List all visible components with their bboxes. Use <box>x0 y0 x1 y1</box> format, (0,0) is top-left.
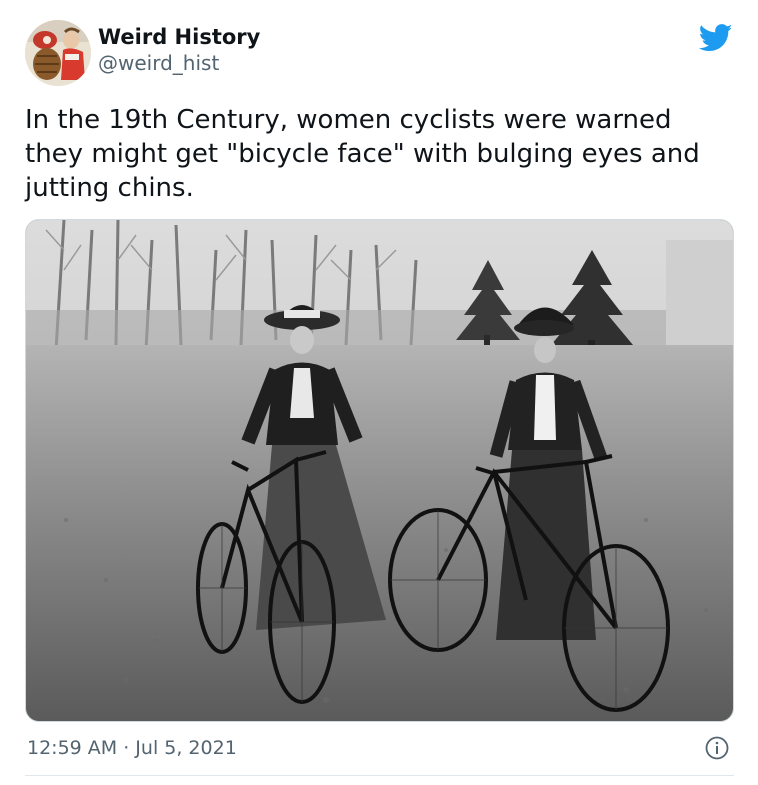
tweet-timestamp[interactable]: 12:59 AM · Jul 5, 2021 <box>27 735 237 761</box>
tweet-text: In the 19th Century, women cyclists were… <box>25 105 700 203</box>
tweet-header: Weird History @weird_hist <box>25 20 260 86</box>
user-info: Weird History @weird_hist <box>98 24 260 76</box>
tweet-photo[interactable] <box>25 219 734 722</box>
twitter-bird-icon[interactable] <box>699 24 733 52</box>
info-circle-icon[interactable] <box>705 736 729 760</box>
display-name[interactable]: Weird History <box>98 24 260 50</box>
user-handle[interactable]: @weird_hist <box>98 50 260 76</box>
avatar[interactable] <box>25 20 91 86</box>
photo <box>26 220 733 721</box>
avatar-image <box>25 20 91 86</box>
tweet-card: Weird History @weird_hist In the 19th Ce… <box>0 0 758 785</box>
divider <box>25 775 734 776</box>
